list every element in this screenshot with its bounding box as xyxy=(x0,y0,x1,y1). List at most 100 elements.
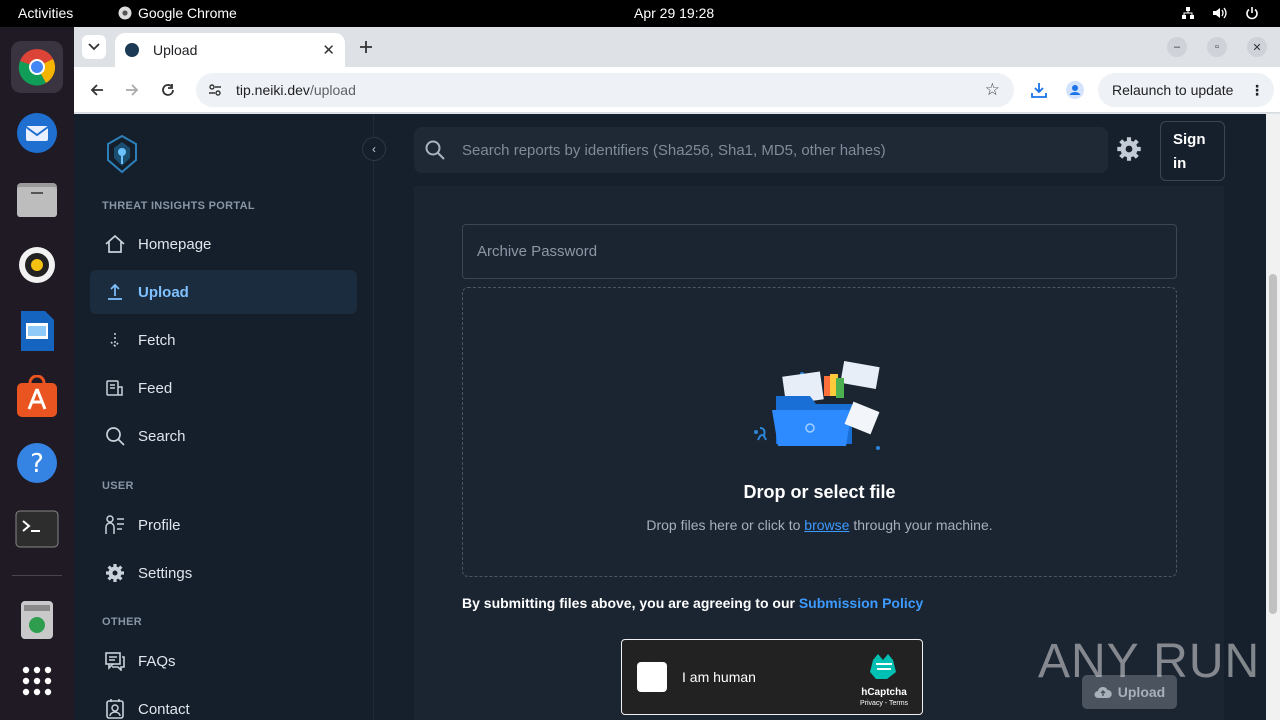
dock-separator xyxy=(12,575,62,576)
dock-thunderbird-icon[interactable] xyxy=(11,107,63,159)
sidebar-item-label: Contact xyxy=(138,700,190,718)
dropzone-desc-after: through your machine. xyxy=(849,517,993,533)
collapse-sidebar-button[interactable]: ‹ xyxy=(362,137,386,161)
site-info-icon[interactable] xyxy=(208,83,222,97)
reload-button[interactable] xyxy=(157,79,179,101)
dock-app-center-icon[interactable] xyxy=(11,371,63,423)
relaunch-label: Relaunch to update xyxy=(1112,82,1234,98)
archive-password-input[interactable]: Archive Password xyxy=(462,224,1177,279)
chevron-down-icon xyxy=(88,43,100,51)
dropzone-desc-before: Drop files here or click to xyxy=(646,517,805,533)
sidebar-item-label: Profile xyxy=(138,516,181,534)
page-scrollbar[interactable] xyxy=(1266,114,1280,720)
home-icon xyxy=(104,233,126,255)
upload-icon xyxy=(104,281,126,303)
plus-icon xyxy=(360,41,372,53)
volume-icon xyxy=(1212,5,1228,21)
dock-trash-icon[interactable] xyxy=(11,593,63,645)
file-dropzone[interactable]: Drop or select file Drop files here or c… xyxy=(462,287,1177,577)
close-window-button[interactable]: ✕ xyxy=(1247,37,1267,57)
active-app-name: Google Chrome xyxy=(138,5,237,21)
sidebar-item-label: FAQs xyxy=(138,652,176,670)
ubuntu-dock: ? xyxy=(0,27,74,720)
watermark-text: ANY RUN xyxy=(1038,635,1261,688)
clock[interactable]: Apr 29 19:28 xyxy=(634,5,714,21)
forward-button[interactable] xyxy=(121,79,143,101)
bookmark-star-icon[interactable]: ☆ xyxy=(985,80,1000,100)
sidebar-item-label: Fetch xyxy=(138,331,176,349)
downloads-icon[interactable] xyxy=(1028,79,1050,101)
page-header: Search reports by identifiers (Sha256, S… xyxy=(374,114,1248,186)
report-search-input[interactable]: Search reports by identifiers (Sha256, S… xyxy=(414,127,1108,173)
sidebar-item-settings[interactable]: Settings xyxy=(90,551,357,595)
search-icon xyxy=(424,139,446,165)
power-icon xyxy=(1244,5,1260,21)
captcha-checkbox[interactable] xyxy=(637,662,667,692)
feed-icon xyxy=(104,377,126,399)
close-tab-icon[interactable]: ✕ xyxy=(322,41,335,59)
faq-icon xyxy=(104,650,126,672)
active-app-menu[interactable]: Google Chrome xyxy=(118,5,237,21)
new-tab-button[interactable] xyxy=(354,35,378,59)
profile-avatar-icon[interactable] xyxy=(1064,79,1086,101)
dock-files-icon[interactable] xyxy=(11,173,63,225)
reload-icon xyxy=(162,84,174,96)
profile-icon xyxy=(104,514,126,536)
policy-text: By submitting files above, you are agree… xyxy=(462,595,799,611)
relaunch-to-update-button[interactable]: Relaunch to update ⋮ xyxy=(1098,73,1274,107)
system-tray[interactable] xyxy=(1180,5,1260,21)
minimize-icon: – xyxy=(1173,41,1181,53)
system-top-bar: Activities Google Chrome Apr 29 19:28 xyxy=(0,0,1280,27)
address-bar[interactable]: tip.neiki.dev/upload ☆ xyxy=(196,73,1014,107)
sidebar-item-search[interactable]: Search xyxy=(90,414,357,458)
sidebar-item-upload[interactable]: Upload xyxy=(90,270,357,314)
section-threat-insights: THREAT INSIGHTS PORTAL xyxy=(102,200,255,212)
hcaptcha-logo-icon xyxy=(870,654,896,679)
more-menu-icon[interactable]: ⋮ xyxy=(1250,82,1264,99)
dropzone-description: Drop files here or click to browse throu… xyxy=(463,517,1176,533)
sidebar-item-fetch[interactable]: Fetch xyxy=(90,318,357,362)
dock-writer-icon[interactable] xyxy=(11,305,63,357)
maximize-button[interactable]: ▫ xyxy=(1207,37,1227,57)
search-placeholder: Search reports by identifiers (Sha256, S… xyxy=(462,141,886,159)
dock-terminal-icon[interactable] xyxy=(11,503,63,555)
show-apps-icon[interactable] xyxy=(11,655,63,707)
fetch-icon xyxy=(104,329,126,351)
tab-strip: Upload ✕ – ▫ ✕ xyxy=(74,27,1280,67)
submission-policy-link[interactable]: Submission Policy xyxy=(799,595,923,611)
neiki-logo-icon[interactable] xyxy=(104,134,140,174)
svg-text:?: ? xyxy=(30,449,44,479)
sign-in-button[interactable]: Sign in xyxy=(1160,121,1225,181)
browse-link[interactable]: browse xyxy=(804,517,849,533)
minimize-button[interactable]: – xyxy=(1167,37,1187,57)
sidebar-item-homepage[interactable]: Homepage xyxy=(90,222,357,266)
hcaptcha-terms-link[interactable]: Privacy - Terms xyxy=(854,700,914,707)
anyrun-watermark: ANY RUN xyxy=(1038,634,1260,689)
tab-title: Upload xyxy=(153,42,198,58)
hcaptcha-brand: hCaptcha Privacy - Terms xyxy=(854,650,914,707)
chrome-small-icon xyxy=(118,6,132,20)
site-favicon xyxy=(125,43,139,57)
dock-help-icon[interactable]: ? xyxy=(11,437,63,489)
tab-upload[interactable]: Upload ✕ xyxy=(115,33,345,67)
sidebar-item-label: Settings xyxy=(138,564,193,582)
close-icon: ✕ xyxy=(1252,41,1262,54)
dock-rhythmbox-icon[interactable] xyxy=(11,239,63,291)
restore-icon: ▫ xyxy=(1215,41,1219,53)
browser-toolbar: tip.neiki.dev/upload ☆ Relaunch to updat… xyxy=(74,67,1280,113)
sidebar-item-faqs[interactable]: FAQs xyxy=(90,639,357,683)
sidebar-item-label: Feed xyxy=(138,379,173,397)
dock-chrome-icon[interactable] xyxy=(11,41,63,93)
scrollbar-thumb[interactable] xyxy=(1269,274,1277,614)
activities-button[interactable]: Activities xyxy=(18,5,73,21)
arrow-right-icon xyxy=(126,84,139,96)
sidebar-item-label: Search xyxy=(138,427,186,445)
network-icon xyxy=(1180,5,1196,21)
back-button[interactable] xyxy=(86,79,108,101)
sidebar-item-contact[interactable]: Contact xyxy=(90,687,357,720)
sidebar: THREAT INSIGHTS PORTAL Homepage Upload F… xyxy=(74,114,374,720)
settings-gear-icon[interactable] xyxy=(1116,136,1144,164)
sidebar-item-profile[interactable]: Profile xyxy=(90,503,357,547)
tab-search-button[interactable] xyxy=(82,35,106,59)
sidebar-item-feed[interactable]: Feed xyxy=(90,366,357,410)
